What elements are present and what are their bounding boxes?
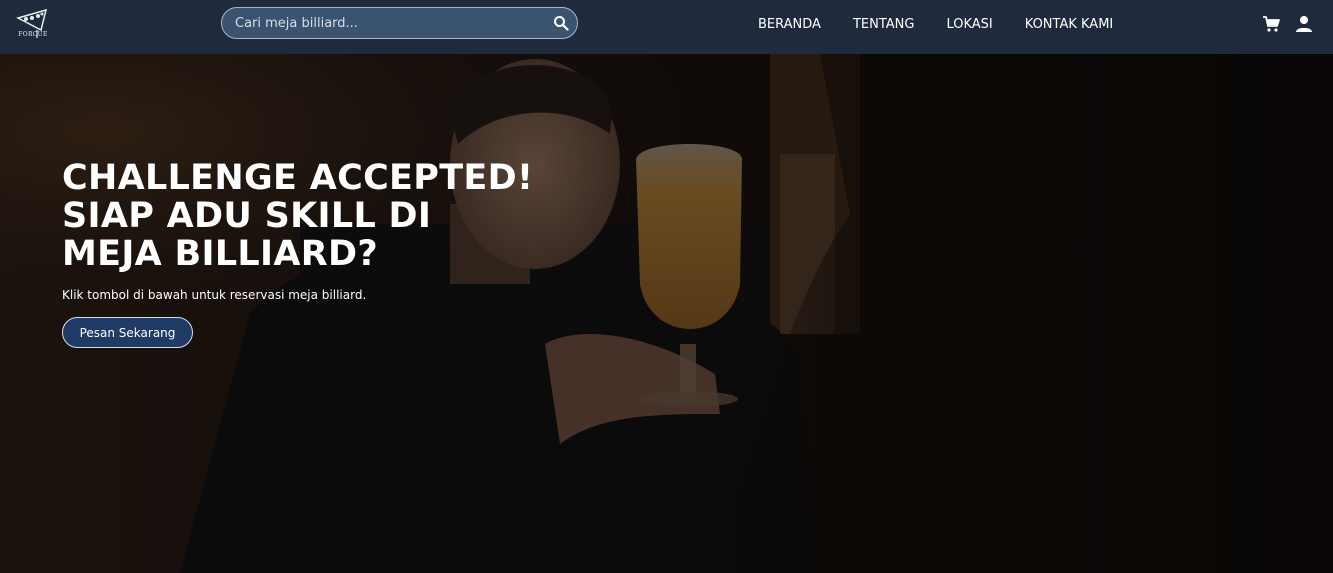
pesan-sekarang-button[interactable]: Pesan Sekarang [62, 317, 193, 348]
search-input[interactable] [235, 8, 535, 38]
main-nav: BERANDA TENTANG LOKASI KONTAK KAMI [758, 17, 1145, 32]
nav-link-lokasi[interactable]: LOKASI [946, 17, 992, 32]
top-navbar: FORCUE BERANDA TENTANG LOKASI KONTAK KAM… [0, 0, 1333, 54]
hero-title: CHALLENGE ACCEPTED! SIAP ADU SKILL DI ME… [62, 158, 534, 274]
nav-icons [1262, 15, 1328, 33]
hero-subtitle: Klik tombol di bawah untuk reservasi mej… [62, 288, 367, 302]
nav-link-tentang[interactable]: TENTANG [853, 17, 915, 32]
cart-icon[interactable] [1262, 15, 1280, 33]
nav-link-kontak-kami[interactable]: KONTAK KAMI [1025, 17, 1114, 32]
nav-link-beranda[interactable]: BERANDA [758, 17, 821, 32]
brand-logo[interactable]: FORCUE [15, 6, 50, 40]
hero-background-image [0, 54, 1333, 573]
brand-logo-text: FORCUE [18, 31, 48, 38]
search-bar [221, 7, 578, 39]
user-icon[interactable] [1295, 15, 1313, 33]
search-icon[interactable] [553, 15, 569, 31]
hero-section: CHALLENGE ACCEPTED! SIAP ADU SKILL DI ME… [0, 54, 1333, 573]
